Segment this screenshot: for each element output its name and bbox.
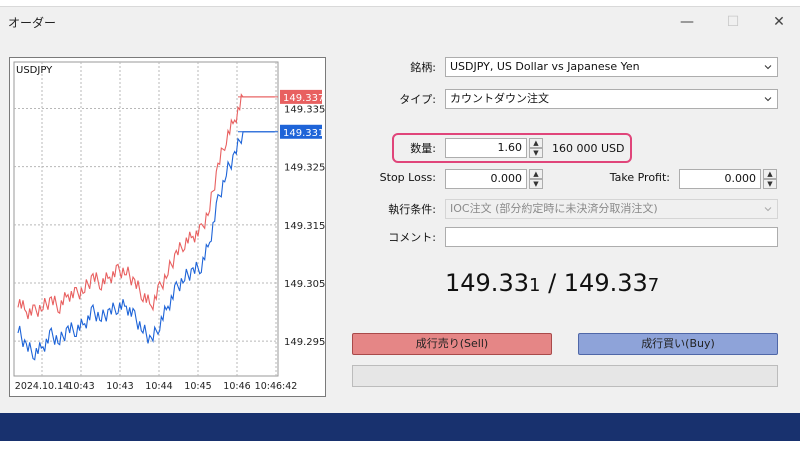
- stop-loss-up-icon[interactable]: ▲: [529, 169, 543, 179]
- title-bar: オーダー — ☐ ✕: [0, 7, 800, 37]
- volume-input[interactable]: 1.60: [445, 138, 527, 158]
- chevron-down-icon: [764, 207, 772, 212]
- comment-label: コメント:: [388, 231, 436, 244]
- x-tick-label: 10:46:42: [255, 381, 298, 392]
- take-profit-stepper[interactable]: ▲ ▼: [763, 169, 777, 189]
- chevron-down-icon: [764, 65, 772, 70]
- status-bar: [352, 365, 778, 387]
- x-tick-label: 10:46: [223, 381, 250, 392]
- symbol-label: 銘柄:: [410, 61, 436, 74]
- x-tick-label: 10:43: [106, 381, 133, 392]
- bid-price: 149.33: [445, 269, 529, 297]
- type-value: カウントダウン注文: [450, 92, 549, 105]
- fill-policy-select: IOC注文 (部分約定時に未決済分取消注文): [445, 199, 778, 219]
- quote-display: 149.331 / 149.337: [445, 269, 705, 297]
- y-tick-label: 149.305: [284, 279, 325, 290]
- type-select[interactable]: カウントダウン注文: [445, 89, 778, 109]
- stop-loss-down-icon[interactable]: ▼: [529, 179, 543, 189]
- price-chart: 149.295 149.305 149.315 149.325 149.335 2024.…: [9, 57, 326, 397]
- chart-title: USDJPY: [16, 65, 53, 76]
- y-tick-label: 149.295: [284, 337, 325, 348]
- ask-last-digit: 7: [647, 275, 660, 296]
- chart-svg: 149.295 149.305 149.315 149.325 149.335 2024.…: [13, 61, 325, 392]
- symbol-select[interactable]: USDJPY, US Dollar vs Japanese Yen: [445, 57, 778, 77]
- take-profit-down-icon[interactable]: ▼: [763, 179, 777, 189]
- chevron-down-icon: [764, 97, 772, 102]
- take-profit-label: Take Profit:: [609, 171, 670, 184]
- footer-band: [0, 413, 800, 441]
- stop-loss-stepper[interactable]: ▲ ▼: [529, 169, 543, 189]
- symbol-value: USDJPY, US Dollar vs Japanese Yen: [450, 60, 640, 73]
- take-profit-up-icon[interactable]: ▲: [763, 169, 777, 179]
- stop-loss-label: Stop Loss:: [379, 171, 436, 184]
- y-tick-label: 149.335: [284, 105, 325, 116]
- y-tick-label: 149.315: [284, 221, 325, 232]
- x-tick-label: 10:43: [67, 381, 94, 392]
- volume-down-icon[interactable]: ▼: [529, 148, 543, 158]
- x-tick-label: 10:45: [184, 381, 211, 392]
- volume-up-icon[interactable]: ▲: [529, 138, 543, 148]
- series-line-ask: [17, 93, 275, 320]
- volume-label: 数量:: [410, 142, 436, 155]
- x-tick-label: 2024.10.14: [15, 381, 69, 392]
- comment-input[interactable]: [445, 227, 778, 247]
- bottom-strip: [0, 441, 800, 450]
- buy-button[interactable]: 成行買い(Buy): [578, 333, 778, 355]
- x-tick-label: 10:44: [145, 381, 172, 392]
- price-tag-label-ask: 149.337: [283, 93, 324, 104]
- close-icon[interactable]: ✕: [764, 11, 794, 33]
- maximize-icon: ☐: [726, 14, 740, 30]
- plot-frame: [13, 61, 279, 377]
- fill-policy-label: 執行条件:: [388, 203, 436, 216]
- series-line-bid: [17, 131, 275, 361]
- minimize-icon[interactable]: —: [672, 11, 702, 33]
- take-profit-input[interactable]: 0.000: [679, 169, 761, 189]
- price-tag-label-bid: 149.331: [283, 128, 324, 139]
- quote-separator: /: [540, 269, 564, 297]
- type-label: タイプ:: [399, 93, 436, 106]
- sell-button[interactable]: 成行売り(Sell): [352, 333, 552, 355]
- volume-unit: 160 000 USD: [552, 142, 625, 155]
- fill-policy-value: IOC注文 (部分約定時に未決済分取消注文): [450, 202, 658, 215]
- y-tick-label: 149.325: [284, 163, 325, 174]
- bid-last-digit: 1: [528, 275, 541, 296]
- stop-loss-input[interactable]: 0.000: [445, 169, 527, 189]
- ask-price: 149.33: [563, 269, 648, 297]
- window-title: オーダー: [8, 16, 57, 30]
- volume-stepper[interactable]: ▲ ▼: [529, 138, 543, 158]
- order-dialog: オーダー — ☐ ✕ 149.295 149.305 149.315 149.325 1…: [0, 6, 800, 414]
